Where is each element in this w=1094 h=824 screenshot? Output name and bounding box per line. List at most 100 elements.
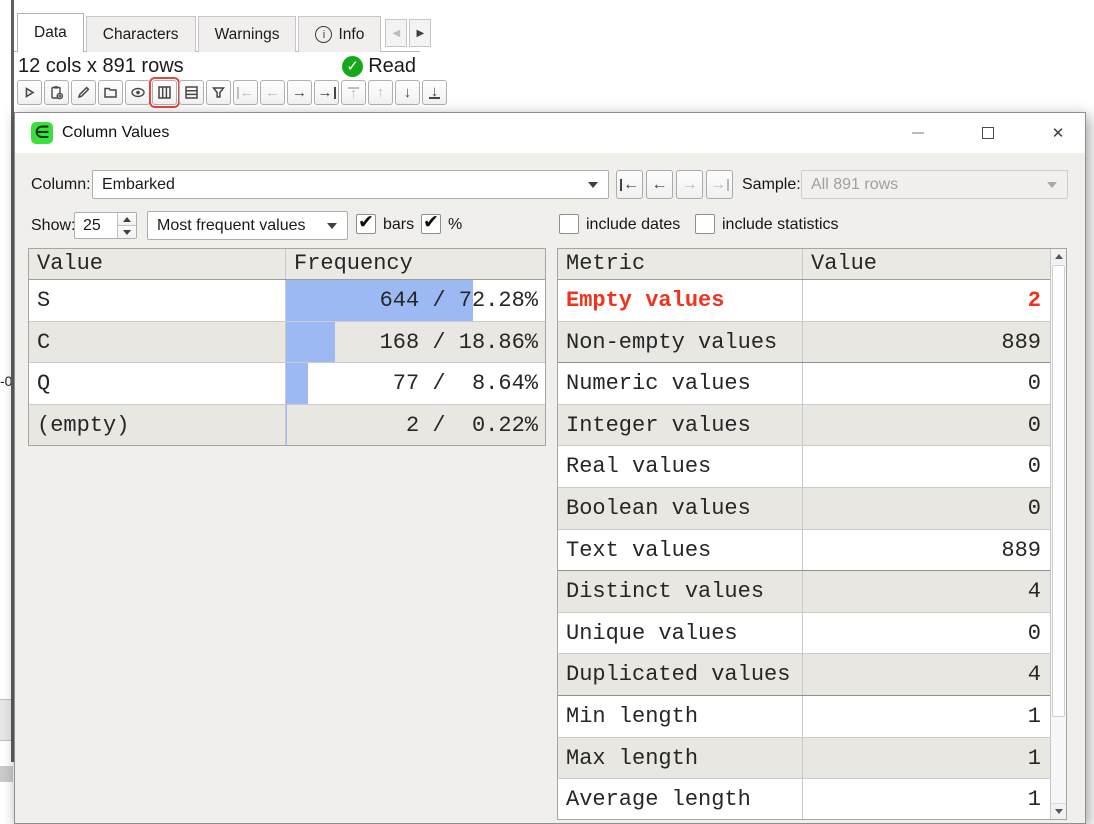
app-logo-icon: ∈ bbox=[31, 122, 53, 144]
column-values-dialog: ∈ Column Values ✕ Column: Embarked ← ← →… bbox=[14, 112, 1086, 824]
info-icon: i bbox=[315, 26, 332, 43]
edit-icon[interactable] bbox=[71, 80, 96, 105]
metrics-scrollbar[interactable] bbox=[1050, 249, 1066, 819]
include-statistics-label: include statistics bbox=[722, 212, 839, 238]
first-column-button[interactable]: ← bbox=[616, 170, 643, 199]
metric-row[interactable]: Empty values2 bbox=[558, 280, 1050, 322]
close-button[interactable]: ✕ bbox=[1035, 113, 1081, 153]
minimize-icon bbox=[912, 132, 924, 134]
metric-column-header[interactable]: Metric bbox=[558, 249, 802, 279]
tab-label: Characters bbox=[103, 26, 179, 44]
eye-icon[interactable] bbox=[125, 80, 150, 105]
metric-value: 0 bbox=[802, 613, 1050, 654]
metric-name: Duplicated values bbox=[558, 654, 802, 695]
dialog-title-bar[interactable]: ∈ Column Values ✕ bbox=[15, 113, 1085, 153]
bars-checkbox-label: bars bbox=[383, 212, 414, 238]
metric-row[interactable]: Real values0 bbox=[558, 446, 1050, 488]
percent-checkbox-label: % bbox=[448, 212, 462, 238]
frequency-row-value: (empty) bbox=[29, 405, 285, 446]
stepper-up-icon[interactable] bbox=[118, 213, 136, 225]
metric-value-column-header[interactable]: Value bbox=[802, 249, 1050, 279]
metric-row[interactable]: Non-empty values889 bbox=[558, 322, 1050, 364]
tab-label: Info bbox=[338, 26, 364, 44]
metric-row[interactable]: Min length1 bbox=[558, 696, 1050, 738]
frequency-row[interactable]: (empty) 2 / 0.22% bbox=[29, 405, 545, 447]
maximize-button[interactable] bbox=[965, 113, 1011, 153]
bars-checkbox[interactable]: ✔ bbox=[356, 214, 376, 234]
metrics-table: Metric Value Empty values2Non-empty valu… bbox=[557, 248, 1067, 820]
scrollbar-thumb[interactable] bbox=[1052, 265, 1065, 717]
metric-value: 4 bbox=[802, 654, 1050, 695]
metric-row[interactable]: Numeric values0 bbox=[558, 363, 1050, 405]
tabs: Data Characters Warnings i Info bbox=[17, 13, 383, 52]
frequency-row[interactable]: Q 77 / 8.64% bbox=[29, 363, 545, 405]
previous-column-button[interactable]: ← bbox=[646, 170, 673, 199]
last-column-icon[interactable]: → bbox=[314, 80, 339, 105]
first-row-icon[interactable]: ↑ bbox=[341, 80, 366, 105]
chevron-down-icon bbox=[588, 182, 598, 188]
metric-row[interactable]: Boolean values0 bbox=[558, 488, 1050, 530]
column-values-icon[interactable] bbox=[152, 80, 177, 105]
sample-select[interactable]: All 891 rows bbox=[801, 170, 1068, 199]
column-select-value: Embarked bbox=[102, 176, 175, 193]
first-column-icon[interactable]: ← bbox=[233, 80, 258, 105]
column-label: Column: bbox=[31, 170, 91, 199]
mode-select[interactable]: Most frequent values bbox=[147, 211, 348, 240]
tab-bar: Data Characters Warnings i Info ◀ ▶ bbox=[17, 13, 431, 52]
tab-data[interactable]: Data bbox=[17, 13, 84, 52]
frequency-row-value: Q bbox=[29, 363, 285, 404]
metric-row[interactable]: Average length1 bbox=[558, 779, 1050, 820]
column-select[interactable]: Embarked bbox=[92, 170, 609, 199]
frequency-row-count: 77 / 8.64% bbox=[380, 363, 538, 404]
maximize-icon bbox=[982, 127, 994, 139]
stepper-down-icon[interactable] bbox=[118, 225, 136, 238]
tab-characters[interactable]: Characters bbox=[86, 16, 196, 52]
tab-info[interactable]: i Info bbox=[298, 16, 381, 52]
mode-select-value: Most frequent values bbox=[157, 217, 306, 234]
metric-row[interactable]: Unique values0 bbox=[558, 613, 1050, 655]
frequency-row[interactable]: S644 / 72.28% bbox=[29, 280, 545, 322]
toolbar: ← ← → → ↑ ↑ ↓ ↓ bbox=[17, 80, 447, 105]
include-dates-checkbox[interactable] bbox=[559, 214, 579, 234]
tab-label: Data bbox=[34, 24, 67, 42]
minimize-button[interactable] bbox=[895, 113, 941, 153]
last-column-button[interactable]: → bbox=[706, 170, 733, 199]
metric-value: 1 bbox=[802, 738, 1050, 779]
frequency-bar bbox=[286, 363, 308, 404]
metric-row[interactable]: Duplicated values4 bbox=[558, 654, 1050, 696]
show-count-stepper[interactable]: 25 bbox=[74, 212, 137, 239]
last-row-icon[interactable]: ↓ bbox=[422, 80, 447, 105]
scroll-down-icon[interactable] bbox=[1051, 803, 1066, 819]
folder-icon[interactable] bbox=[98, 80, 123, 105]
metric-row[interactable]: Text values889 bbox=[558, 530, 1050, 572]
frequency-bar bbox=[286, 322, 335, 363]
next-row-icon[interactable]: ↓ bbox=[395, 80, 420, 105]
metric-value: 1 bbox=[802, 696, 1050, 737]
metric-row[interactable]: Integer values0 bbox=[558, 405, 1050, 447]
metric-name: Min length bbox=[558, 696, 802, 737]
next-column-button[interactable]: → bbox=[676, 170, 703, 199]
metric-name: Distinct values bbox=[558, 571, 802, 612]
row-values-icon[interactable] bbox=[179, 80, 204, 105]
metric-value: 0 bbox=[802, 488, 1050, 529]
previous-column-icon[interactable]: ← bbox=[260, 80, 285, 105]
tab-warnings[interactable]: Warnings bbox=[198, 16, 297, 52]
tab-scroll-right-icon[interactable]: ▶ bbox=[409, 19, 431, 47]
paste-icon[interactable] bbox=[44, 80, 69, 105]
frequency-row-value: S bbox=[29, 280, 285, 321]
percent-checkbox[interactable]: ✔ bbox=[421, 214, 441, 234]
read-status-label: Read bbox=[368, 55, 416, 78]
next-column-icon[interactable]: → bbox=[287, 80, 312, 105]
include-statistics-checkbox[interactable] bbox=[695, 214, 715, 234]
frequency-row-bar-cell: 168 / 18.86% bbox=[285, 322, 545, 363]
frequency-row[interactable]: C168 / 18.86% bbox=[29, 322, 545, 364]
tab-scroll-left-icon[interactable]: ◀ bbox=[385, 19, 407, 47]
run-icon[interactable] bbox=[17, 80, 42, 105]
value-column-header[interactable]: Value bbox=[29, 249, 285, 279]
scroll-up-icon[interactable] bbox=[1051, 249, 1066, 264]
frequency-column-header[interactable]: Frequency bbox=[285, 249, 545, 279]
metric-row[interactable]: Max length1 bbox=[558, 738, 1050, 780]
filter-icon[interactable] bbox=[206, 80, 231, 105]
metric-row[interactable]: Distinct values4 bbox=[558, 571, 1050, 613]
previous-row-icon[interactable]: ↑ bbox=[368, 80, 393, 105]
